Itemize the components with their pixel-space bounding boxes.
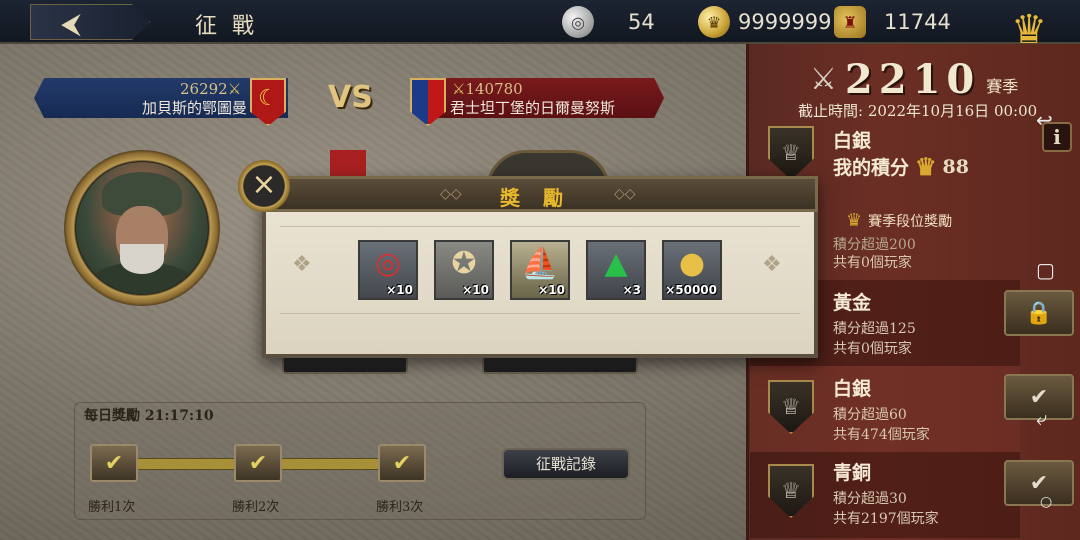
tier-name: 青銅 <box>833 462 872 484</box>
my-points-value: 88 <box>942 155 969 178</box>
item-quantity: ×50000 <box>665 283 717 297</box>
tier-player-count: 共有0個玩家 <box>833 341 912 357</box>
crown-resource[interactable]: ♜ 11744 <box>834 5 951 39</box>
silver-coin-icon: ◎ <box>562 6 594 38</box>
versus-label: VS <box>328 80 373 115</box>
reward-chest-icon[interactable]: ✔ <box>90 444 138 482</box>
trophy-icon: ♛ <box>915 152 937 181</box>
season-score: 2210 <box>844 56 981 103</box>
reward-item-emerald[interactable]: ▲ ×3 <box>586 240 646 300</box>
back-button[interactable]: ⮜ <box>30 4 150 40</box>
reward-item-treasure-map[interactable]: ✪ ×10 <box>434 240 494 300</box>
back-arrow-icon: ⮜ <box>61 7 81 40</box>
right-team-score: ⚔140780 <box>452 80 523 98</box>
crown-small-icon: ♛ <box>846 210 863 231</box>
tier-requirement: 積分超過200 <box>833 237 916 253</box>
left-team-score: 26292⚔ <box>180 80 242 98</box>
silver-resource[interactable]: ◎ <box>562 5 602 39</box>
milestone-label: 勝利3次 <box>376 500 424 515</box>
left-team-name: 加貝斯的鄂圖曼 <box>142 99 248 117</box>
gold-coins-icon: ● <box>678 246 706 281</box>
battle-record-button[interactable]: 征戰記錄 <box>502 448 630 480</box>
item-quantity: ×10 <box>386 283 413 297</box>
reward-item-ship-puzzle[interactable]: ⛵ ×10 <box>510 240 570 300</box>
season-deadline: 截止時間: 2022年10月16日 00:00 <box>798 102 1038 120</box>
claimed-chest-icon[interactable]: ✔ <box>1004 460 1074 506</box>
right-ornament-icon: ❖ <box>762 252 782 277</box>
current-rank-name: 白銀 <box>833 130 872 152</box>
close-icon: × <box>251 167 277 202</box>
season-label: 賽季 <box>986 76 1019 96</box>
page-title: 征 戰 <box>195 14 258 39</box>
tier-name: 白銀 <box>833 378 872 400</box>
gold-value: 9999999 <box>738 10 832 34</box>
silver-value: 54 <box>628 10 655 34</box>
crown-emblem-icon: ♜ <box>834 6 866 38</box>
locked-chest-icon[interactable]: 🔒 <box>1004 290 1074 336</box>
daily-reward-title: 每日獎勵 21:17:10 <box>84 408 214 424</box>
reward-dialog-title: 獎 勵 <box>500 186 571 210</box>
my-points-label: 我的積分 <box>833 157 910 179</box>
treasure-map-icon: ✪ <box>451 246 477 281</box>
reward-item-gold-coins[interactable]: ● ×50000 <box>662 240 722 300</box>
system-home-icon[interactable]: ○ <box>1040 494 1052 510</box>
crown-value: 11744 <box>884 10 951 34</box>
system-back-icon[interactable]: ↩ <box>1036 108 1053 132</box>
commander-portrait[interactable] <box>76 162 208 294</box>
tier-requirement: 積分超過125 <box>833 321 916 337</box>
ship-puzzle-icon: ⛵ <box>521 246 559 281</box>
left-ornament-icon: ❖ <box>292 252 312 277</box>
gold-resource[interactable]: ♛ 9999999 <box>698 5 832 39</box>
right-team-name: 君士坦丁堡的日爾曼努斯 <box>450 99 616 117</box>
reward-chest-icon[interactable]: ✔ <box>234 444 282 482</box>
tier-player-count: 共有474個玩家 <box>833 427 930 443</box>
tier-player-count: 共有0個玩家 <box>833 255 912 271</box>
gold-coin-icon: ♛ <box>698 6 730 38</box>
tier-requirement: 積分超過30 <box>833 491 907 507</box>
ornament-icon: ◇◇ <box>614 186 636 202</box>
system-recents-icon[interactable]: ▢ <box>1036 258 1055 282</box>
season-rewards-header: 賽季段位獎勵 <box>868 213 953 230</box>
milestone-label: 勝利1次 <box>88 500 136 515</box>
tier-name: 黃金 <box>833 292 872 314</box>
milestone-label: 勝利2次 <box>232 500 280 515</box>
crossed-swords-shield-icon: ⚔ <box>810 62 837 97</box>
reward-chest-icon[interactable]: ✔ <box>378 444 426 482</box>
item-quantity: ×3 <box>622 283 641 297</box>
item-quantity: ×10 <box>538 283 565 297</box>
archery-target-icon: ◎ <box>374 246 402 281</box>
close-dialog-button[interactable]: × <box>238 160 290 212</box>
tier-requirement: 積分超過60 <box>833 407 907 423</box>
crossed-swords-icon: ⚔ <box>227 80 242 98</box>
ornament-icon: ◇◇ <box>440 186 462 202</box>
system-return-icon[interactable]: ⤶ <box>1036 406 1047 430</box>
tier-player-count: 共有2197個玩家 <box>833 511 939 527</box>
emerald-gem-icon: ▲ <box>604 246 628 281</box>
item-quantity: ×10 <box>462 283 489 297</box>
reward-item-archery-target[interactable]: ◎ ×10 <box>358 240 418 300</box>
crossed-swords-icon: ⚔ <box>452 80 466 98</box>
royal-crown-icon: ♛ <box>1011 7 1047 53</box>
